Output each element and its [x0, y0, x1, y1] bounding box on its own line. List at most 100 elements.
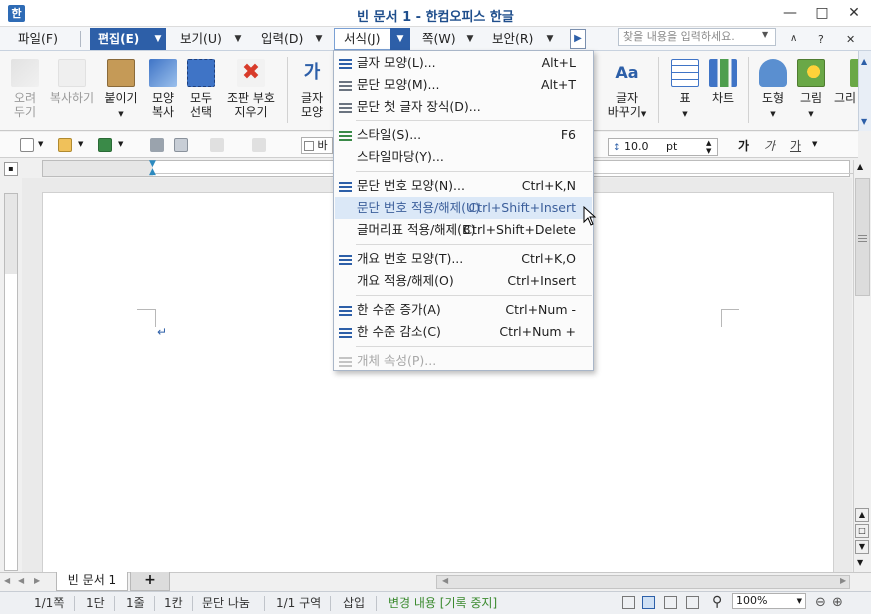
menu-security[interactable]: 보안(R): [488, 29, 537, 49]
table-button[interactable]: 표 ▼: [668, 55, 702, 127]
more-button[interactable]: 그리: [832, 55, 858, 127]
tab-document[interactable]: 빈 문서 1: [56, 572, 128, 591]
chevron-down-icon[interactable]: ▼: [812, 140, 817, 148]
tab-first-icon[interactable]: ◀: [4, 576, 10, 585]
help-icon[interactable]: ?: [818, 33, 824, 46]
picture-button[interactable]: 그림 ▼: [794, 55, 828, 127]
bold-button[interactable]: 가: [738, 137, 749, 154]
doc-close-icon[interactable]: ✕: [846, 33, 855, 46]
scroll-up-icon[interactable]: ▲: [857, 162, 863, 171]
redo-icon[interactable]: [252, 138, 266, 152]
ruler-corner-button[interactable]: ▪: [4, 162, 18, 176]
format-menu-item[interactable]: 글자 모양(L)... Alt+L: [335, 52, 592, 74]
zoom-out-icon[interactable]: ⊖: [815, 595, 826, 610]
view-normal-icon[interactable]: [622, 596, 635, 609]
status-section[interactable]: 1/1 구역: [276, 595, 321, 611]
undo-icon[interactable]: [210, 138, 224, 152]
status-insert-mode[interactable]: 삽입: [343, 595, 365, 611]
menu-file[interactable]: 파일(F): [14, 29, 62, 49]
tab-next-icon[interactable]: ▶: [34, 576, 40, 585]
scroll-up-icon[interactable]: ▲: [861, 57, 867, 66]
save-icon[interactable]: [98, 138, 112, 152]
close-button[interactable]: ✕: [838, 0, 870, 27]
chevron-down-icon[interactable]: ▼: [797, 594, 802, 608]
format-menu-item[interactable]: 문단 첫 글자 장식(D)...: [335, 96, 592, 118]
chevron-down-icon[interactable]: ▼: [682, 110, 687, 118]
chevron-down-icon[interactable]: ▼: [762, 30, 774, 39]
new-document-icon[interactable]: [20, 138, 34, 152]
format-menu-item[interactable]: 개요 적용/해제(O) Ctrl+Insert: [335, 270, 592, 292]
format-menu-item[interactable]: 문단 모양(M)... Alt+T: [335, 74, 592, 96]
menu-insert[interactable]: 입력(D): [257, 29, 307, 49]
format-copy-button[interactable]: 모양 복사: [146, 55, 180, 127]
chevron-down-icon[interactable]: ▼: [118, 110, 123, 118]
scrollbar-thumb[interactable]: [855, 178, 870, 296]
chevron-down-icon[interactable]: ▼: [544, 29, 556, 49]
menu-view[interactable]: 보기(U): [176, 29, 226, 49]
format-menu-item[interactable]: 스타일마당(Y)...: [335, 146, 592, 168]
select-all-button[interactable]: 모두 선택: [184, 55, 218, 127]
add-tab-button[interactable]: +: [130, 572, 170, 591]
chevron-down-icon[interactable]: ▼: [770, 110, 775, 118]
page-up-icon[interactable]: ▲: [855, 508, 869, 522]
cut-button[interactable]: 오려 두기: [6, 55, 44, 127]
menu-format[interactable]: 서식(J): [340, 29, 384, 49]
chevron-down-icon[interactable]: ▼: [808, 110, 813, 118]
zoom-icon[interactable]: ⚲: [712, 594, 722, 610]
chevron-down-icon[interactable]: ▼: [464, 29, 476, 49]
status-para-break[interactable]: 문단 나눔: [202, 595, 250, 611]
scroll-down-icon[interactable]: ▼: [861, 117, 867, 126]
toolbar-scroll-strip[interactable]: ▲ ▼: [858, 51, 871, 131]
print-icon[interactable]: [150, 138, 164, 152]
scroll-left-icon[interactable]: ◀: [442, 576, 448, 585]
indent-marker[interactable]: ▼ ▲: [149, 160, 157, 177]
chevron-down-icon[interactable]: ▼: [152, 29, 164, 49]
minimize-button[interactable]: —: [774, 0, 806, 27]
search-input[interactable]: 찾을 내용을 입력하세요.: [618, 28, 776, 46]
format-menu-item[interactable]: 개요 번호 모양(T)... Ctrl+K,O: [335, 248, 592, 270]
ribbon-collapse-icon[interactable]: ∧: [790, 33, 797, 44]
scroll-right-icon[interactable]: ▶: [840, 576, 846, 585]
chevron-down-icon[interactable]: ▼: [390, 28, 410, 50]
char-shape-button[interactable]: 가 글자 모양: [292, 55, 332, 127]
format-menu-item[interactable]: 문단 번호 모양(N)... Ctrl+K,N: [335, 175, 592, 197]
font-size-stepper[interactable]: ▲ ▼: [706, 139, 711, 155]
menu-expand-icon[interactable]: ▶: [570, 29, 586, 49]
chevron-down-icon[interactable]: ▼: [118, 140, 123, 148]
status-track-changes[interactable]: 변경 내용 [기록 중지]: [388, 595, 497, 611]
vertical-ruler[interactable]: [4, 193, 18, 571]
format-menu-item[interactable]: 스타일(S)... F6: [335, 124, 592, 146]
preview-icon[interactable]: [174, 138, 188, 152]
format-menu-item[interactable]: 문단 번호 적용/해제(U) Ctrl+Shift+Insert: [335, 197, 592, 219]
chevron-down-icon[interactable]: ▼: [232, 29, 244, 49]
chevron-down-icon[interactable]: ▼: [38, 140, 43, 148]
open-folder-icon[interactable]: [58, 138, 72, 152]
page-icon[interactable]: □: [855, 524, 869, 538]
font-size-input[interactable]: ↕ 10.0 pt: [608, 138, 718, 156]
status-page[interactable]: 1/1쪽: [34, 595, 64, 611]
view-split-icon[interactable]: [686, 596, 699, 609]
format-menu-item[interactable]: 한 수준 감소(C) Ctrl+Num +: [335, 321, 592, 343]
style-select[interactable]: 바: [301, 137, 333, 154]
maximize-button[interactable]: □: [806, 0, 838, 27]
scroll-down-icon[interactable]: ▼: [857, 558, 863, 567]
underline-button[interactable]: 가: [790, 137, 801, 154]
vertical-scrollbar[interactable]: ▲ ▲ □ ▼ ▼: [853, 160, 871, 572]
tab-prev-icon[interactable]: ◀: [18, 576, 24, 585]
format-menu-item[interactable]: 한 수준 증가(A) Ctrl+Num -: [335, 299, 592, 321]
zoom-select[interactable]: 100% ▼: [732, 593, 806, 609]
view-web-icon[interactable]: [664, 596, 677, 609]
zoom-in-icon[interactable]: ⊕: [832, 595, 843, 610]
chevron-down-icon[interactable]: ▼: [78, 140, 83, 148]
chevron-down-icon[interactable]: ▼: [313, 29, 325, 49]
shape-button[interactable]: 도형 ▼: [756, 55, 790, 127]
char-replace-button[interactable]: Aa 글자 바꾸기▼: [603, 55, 651, 127]
format-menu-item[interactable]: 글머리표 적용/해제(B) Ctrl+Shift+Delete: [335, 219, 592, 241]
horizontal-scrollbar[interactable]: [436, 575, 850, 589]
clear-code-button[interactable]: ✖ 조판 부호 지우기: [222, 55, 280, 127]
view-page-icon[interactable]: [642, 596, 655, 609]
italic-button[interactable]: 가: [764, 137, 775, 154]
menu-page[interactable]: 쪽(W): [418, 29, 460, 49]
chart-button[interactable]: 차트: [704, 55, 742, 127]
paste-button[interactable]: 붙이기 ▼: [100, 55, 142, 127]
